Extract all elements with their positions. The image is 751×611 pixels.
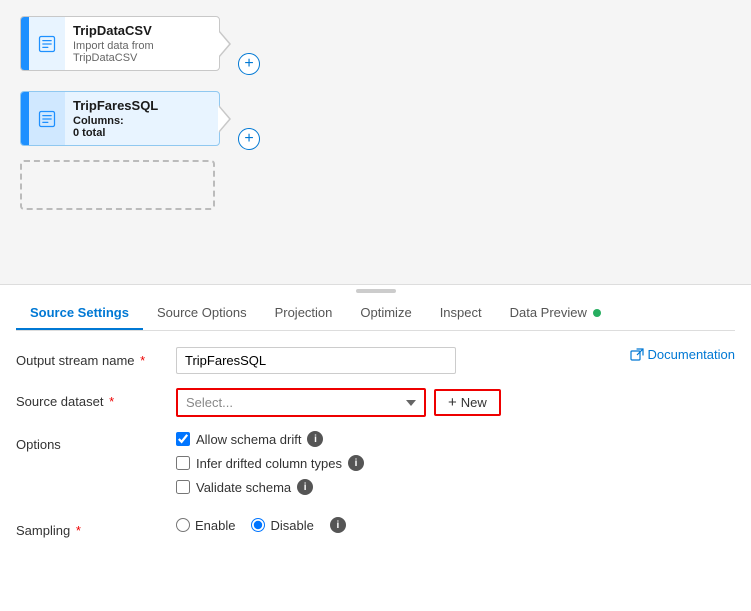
source-dataset-control: Select... + New <box>176 388 735 417</box>
node-columns-tripfaressql: Columns: 0 total <box>73 115 211 139</box>
node-subtitle-tripdatacsv: Import data from TripDataCSV <box>73 40 211 64</box>
sampling-enable-label: Enable <box>195 518 235 533</box>
data-preview-status-dot <box>593 309 601 317</box>
infer-drifted-checkbox[interactable] <box>176 456 190 470</box>
node-icon-tripfaressql <box>29 92 65 145</box>
validate-schema-checkbox[interactable] <box>176 480 190 494</box>
sampling-disable-option: Disable <box>251 518 313 533</box>
sampling-info-icon[interactable]: i <box>330 517 346 533</box>
add-after-tripfaressql-button[interactable]: + <box>238 128 260 150</box>
node-left-bar-2 <box>21 92 29 145</box>
sampling-disable-label: Disable <box>270 518 313 533</box>
tab-data-preview[interactable]: Data Preview <box>496 297 615 330</box>
select-row: Select... + New <box>176 388 735 417</box>
output-stream-input[interactable] <box>176 347 456 374</box>
documentation-link[interactable]: Documentation <box>630 347 735 362</box>
source-dataset-row: Source dataset * Select... + New <box>16 388 735 417</box>
node-left-bar <box>21 17 29 70</box>
tab-projection[interactable]: Projection <box>261 297 347 330</box>
sampling-radio-row: Enable Disable i <box>176 517 735 533</box>
validate-schema-info-icon[interactable]: i <box>297 479 313 495</box>
node-title-tripfaressql: TripFaresSQL <box>73 98 211 113</box>
panel-handle-bar <box>356 289 396 293</box>
node-body-tripdatacsv: TripDataCSV Import data from TripDataCSV <box>65 17 219 70</box>
tab-optimize[interactable]: Optimize <box>346 297 425 330</box>
source-dataset-select[interactable]: Select... <box>176 388 426 417</box>
node-tripdatacsv[interactable]: TripDataCSV Import data from TripDataCSV <box>20 16 220 71</box>
sampling-label: Sampling * <box>16 517 176 538</box>
options-row: Options Allow schema drift i Infer drift… <box>16 431 735 503</box>
node-icon-tripdatacsv <box>29 17 65 70</box>
new-dataset-button[interactable]: + New <box>434 389 501 416</box>
external-link-icon <box>630 348 644 362</box>
node-body-tripfaressql: TripFaresSQL Columns: 0 total <box>65 92 219 145</box>
node-title-tripdatacsv: TripDataCSV <box>73 23 211 38</box>
output-stream-row: Output stream name * Documentation <box>16 347 735 374</box>
infer-drifted-info-icon[interactable]: i <box>348 455 364 471</box>
canvas-area: TripDataCSV Import data from TripDataCSV… <box>0 0 751 285</box>
required-indicator-1: * <box>140 353 145 368</box>
tab-source-options[interactable]: Source Options <box>143 297 261 330</box>
allow-schema-drift-label: Allow schema drift <box>196 432 301 447</box>
columns-value: 0 total <box>73 127 105 139</box>
infer-drifted-row: Infer drifted column types i <box>176 455 735 471</box>
allow-schema-drift-row: Allow schema drift i <box>176 431 735 447</box>
validate-schema-row: Validate schema i <box>176 479 735 495</box>
tabs-bar: Source Settings Source Options Projectio… <box>16 297 735 331</box>
required-indicator-3: * <box>76 523 81 538</box>
output-stream-control <box>176 347 610 374</box>
allow-schema-drift-info-icon[interactable]: i <box>307 431 323 447</box>
validate-schema-label: Validate schema <box>196 480 291 495</box>
required-indicator-2: * <box>109 394 114 409</box>
source-dataset-label: Source dataset * <box>16 388 176 409</box>
sampling-enable-radio[interactable] <box>176 518 190 532</box>
plus-icon: + <box>448 395 457 410</box>
placeholder-node <box>20 160 215 210</box>
panel-handle[interactable] <box>0 285 751 297</box>
infer-drifted-label: Infer drifted column types <box>196 456 342 471</box>
output-stream-label: Output stream name * <box>16 347 176 368</box>
node-tripdatacsv-wrapper: TripDataCSV Import data from TripDataCSV… <box>20 16 731 71</box>
node-tripfaressql-wrapper: TripFaresSQL Columns: 0 total + <box>20 91 731 146</box>
sampling-disable-radio[interactable] <box>251 518 265 532</box>
tab-source-settings[interactable]: Source Settings <box>16 297 143 330</box>
options-control: Allow schema drift i Infer drifted colum… <box>176 431 735 503</box>
add-after-tripdatacsv-button[interactable]: + <box>238 53 260 75</box>
node-tripfaressql[interactable]: TripFaresSQL Columns: 0 total <box>20 91 220 146</box>
options-label: Options <box>16 431 176 452</box>
sampling-row: Sampling * Enable Disable i <box>16 517 735 538</box>
sampling-enable-option: Enable <box>176 518 235 533</box>
sampling-control: Enable Disable i <box>176 517 735 533</box>
tab-inspect[interactable]: Inspect <box>426 297 496 330</box>
allow-schema-drift-checkbox[interactable] <box>176 432 190 446</box>
bottom-panel: Source Settings Source Options Projectio… <box>0 297 751 568</box>
